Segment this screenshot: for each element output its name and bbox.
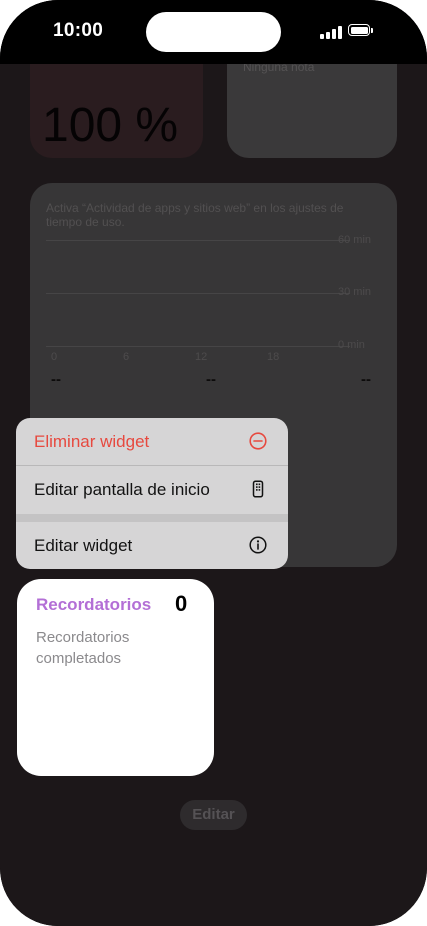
widget-context-menu: Eliminar widget Editar pantalla de inici… bbox=[16, 418, 288, 569]
minus-circle-icon bbox=[249, 432, 267, 450]
menu-group-gap bbox=[16, 514, 288, 522]
home-screen: 100 % Ninguna nota Activa “Actividad de … bbox=[0, 0, 427, 926]
usage-value: -- bbox=[51, 371, 61, 388]
edit-button[interactable]: Editar bbox=[180, 800, 247, 830]
cellular-signal-icon bbox=[320, 26, 342, 39]
status-time: 10:00 bbox=[53, 20, 104, 41]
menu-item-label: Eliminar widget bbox=[34, 432, 150, 451]
x-axis-label: 18 bbox=[267, 351, 280, 363]
menu-item-label: Editar pantalla de inicio bbox=[34, 480, 210, 499]
menu-item-label: Editar widget bbox=[34, 536, 133, 555]
reminders-count: 0 bbox=[175, 591, 188, 616]
x-axis-label: 6 bbox=[123, 351, 130, 363]
battery-icon bbox=[348, 24, 374, 38]
x-axis-label: 0 bbox=[51, 351, 58, 363]
reminders-description: Recordatorios completados bbox=[36, 629, 130, 667]
edit-home-screen-button[interactable]: Editar pantalla de inicio bbox=[16, 466, 288, 512]
status-bar: 10:00 bbox=[0, 0, 427, 64]
reminders-widget[interactable]: Recordatorios 0 Recordatorios completado… bbox=[17, 579, 214, 776]
phone-frame: 100 % Ninguna nota Activa “Actividad de … bbox=[0, 0, 427, 926]
battery-percent: 100 % bbox=[42, 99, 179, 152]
remove-widget-button[interactable]: Eliminar widget bbox=[16, 418, 288, 464]
y-axis-label: 0 min bbox=[338, 339, 365, 351]
y-axis-label: 60 min bbox=[338, 234, 372, 246]
reminders-title: Recordatorios bbox=[36, 595, 152, 614]
chart-gridline bbox=[46, 293, 350, 294]
chart-gridline bbox=[46, 240, 350, 241]
x-axis-label: 12 bbox=[195, 351, 208, 363]
dynamic-island bbox=[146, 12, 281, 52]
usage-value: -- bbox=[361, 371, 371, 388]
chart-gridline bbox=[46, 346, 350, 347]
edit-widget-button[interactable]: Editar widget bbox=[16, 522, 288, 568]
info-circle-icon bbox=[249, 536, 267, 554]
usage-value: -- bbox=[206, 371, 216, 388]
y-axis-label: 30 min bbox=[338, 286, 372, 298]
screen-time-message: Activa “Actividad de apps y sitios web” … bbox=[46, 201, 344, 229]
phone-icon bbox=[249, 480, 267, 498]
